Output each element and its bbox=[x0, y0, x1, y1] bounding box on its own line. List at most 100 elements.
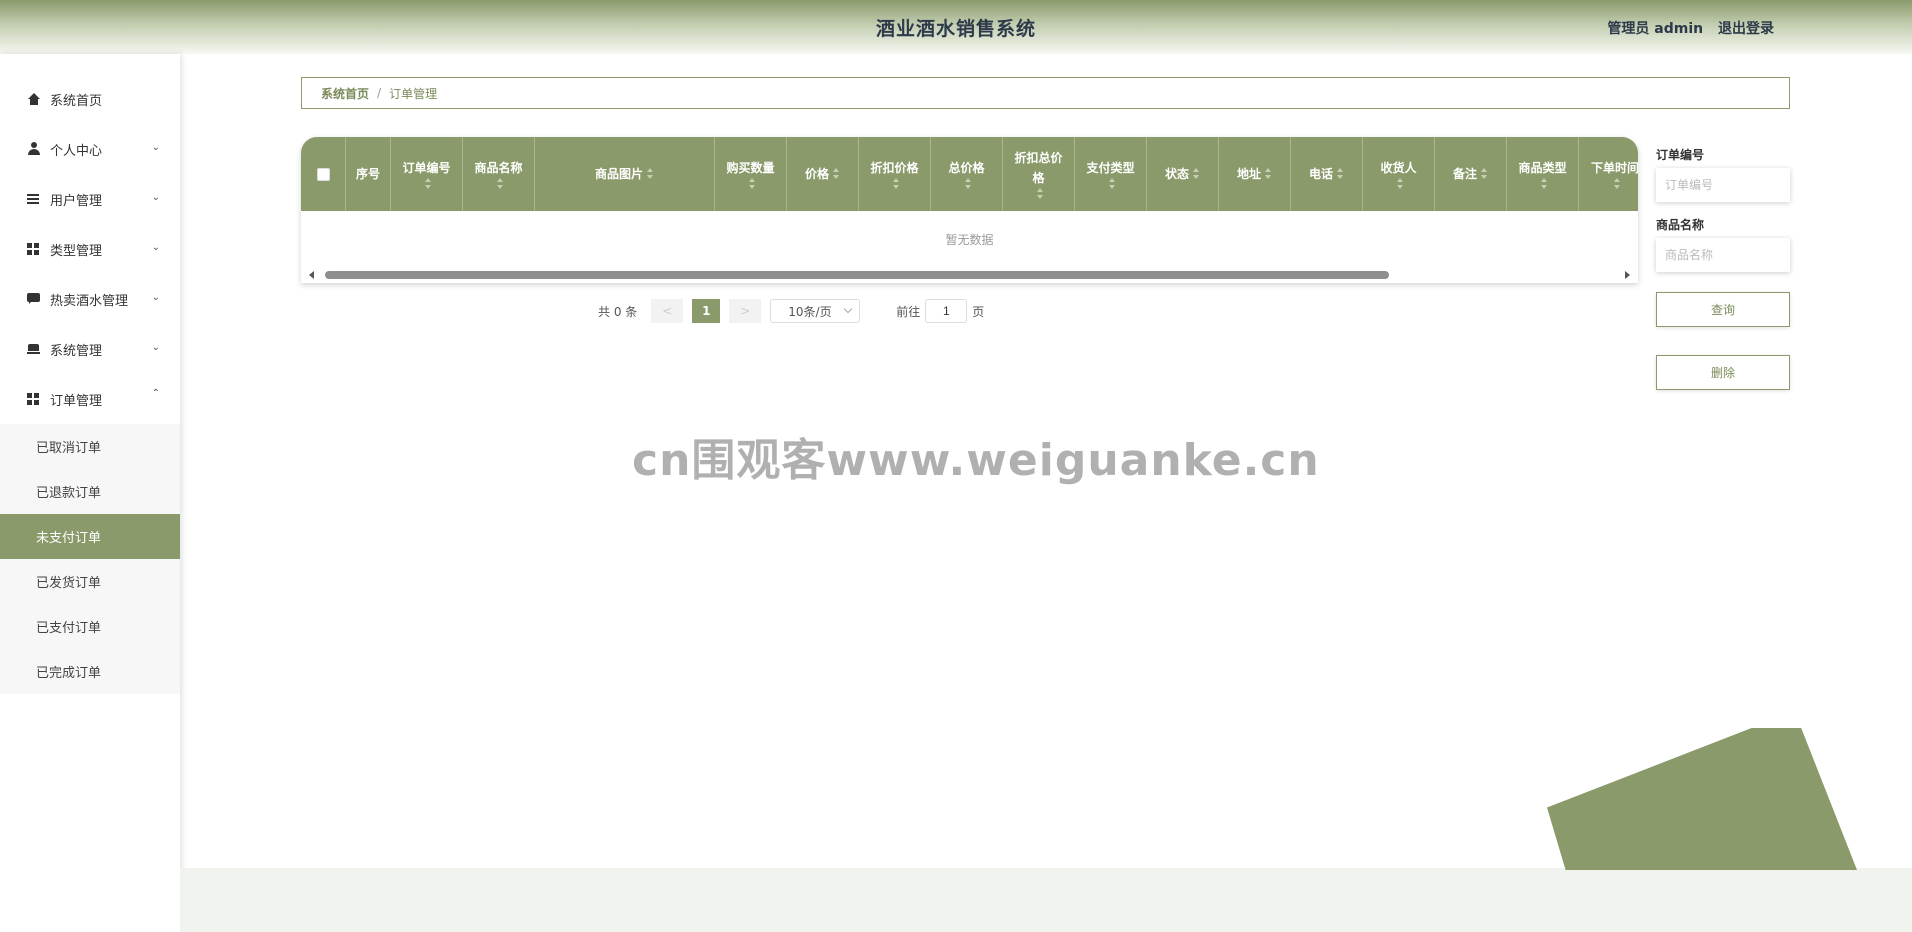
column-label: 购买数量 bbox=[726, 161, 775, 175]
horizontal-scrollbar[interactable] bbox=[301, 267, 1638, 283]
sidebar-item-label: 热卖酒水管理 bbox=[50, 293, 129, 309]
column-header-price[interactable]: 价格 bbox=[787, 137, 859, 211]
column-label: 收货人 bbox=[1380, 161, 1417, 175]
column-label: 商品名称 bbox=[474, 161, 523, 175]
sidebar-item-label: 个人中心 bbox=[50, 143, 103, 159]
sidebar: 系统首页 个人中心 ⌄ 用户管理 ⌄ 类型管理 ⌄ 热卖酒水管理 ⌄ 系统管理 … bbox=[0, 54, 180, 932]
next-page-button[interactable]: > bbox=[729, 299, 762, 323]
sort-icon[interactable] bbox=[496, 178, 504, 190]
sidebar-item-label: 类型管理 bbox=[50, 243, 103, 259]
sort-icon[interactable] bbox=[1264, 168, 1272, 180]
column-header-quantity[interactable]: 购买数量 bbox=[715, 137, 787, 211]
user-area: 管理员 admin 退出登录 bbox=[1597, 18, 1774, 38]
column-header-order-no[interactable]: 订单编号 bbox=[391, 137, 463, 211]
column-label: 总价格 bbox=[948, 161, 985, 175]
column-header-product-name[interactable]: 商品名称 bbox=[463, 137, 535, 211]
sort-icon[interactable] bbox=[1108, 178, 1116, 190]
submenu-item-cancelled[interactable]: 已取消订单 bbox=[0, 424, 180, 469]
sort-icon[interactable] bbox=[832, 168, 840, 180]
sort-icon[interactable] bbox=[1613, 178, 1621, 190]
sidebar-item-label: 系统首页 bbox=[50, 93, 103, 109]
page-size-select[interactable]: 10条/页 bbox=[770, 299, 861, 323]
sort-icon[interactable] bbox=[1396, 178, 1404, 190]
page-unit-label: 页 bbox=[972, 304, 985, 319]
submenu-item-unpaid[interactable]: 未支付订单 bbox=[0, 514, 180, 559]
order-no-input[interactable] bbox=[1656, 168, 1790, 202]
chevron-down-icon: ⌄ bbox=[151, 142, 160, 153]
submenu-item-shipped[interactable]: 已发货订单 bbox=[0, 559, 180, 604]
chevron-down-icon bbox=[844, 304, 853, 314]
sort-icon[interactable] bbox=[1540, 178, 1548, 190]
sidebar-item-types[interactable]: 类型管理 ⌄ bbox=[0, 224, 180, 274]
sort-icon[interactable] bbox=[1192, 168, 1200, 180]
column-header-discount-total[interactable]: 折扣总价格 bbox=[1003, 137, 1075, 211]
sidebar-item-hot-drinks[interactable]: 热卖酒水管理 ⌄ bbox=[0, 274, 180, 324]
sidebar-item-home[interactable]: 系统首页 bbox=[0, 74, 180, 124]
prev-page-button[interactable]: < bbox=[651, 299, 684, 323]
query-button[interactable]: 查询 bbox=[1656, 292, 1790, 327]
column-header-payment-type[interactable]: 支付类型 bbox=[1075, 137, 1147, 211]
chevron-down-icon: ⌄ bbox=[151, 342, 160, 353]
logout-link[interactable]: 退出登录 bbox=[1718, 21, 1774, 37]
column-header-phone[interactable]: 电话 bbox=[1291, 137, 1363, 211]
breadcrumb-home[interactable]: 系统首页 bbox=[321, 85, 369, 102]
column-header-product-image[interactable]: 商品图片 bbox=[535, 137, 715, 211]
select-all-cell bbox=[301, 137, 346, 211]
scroll-left-icon[interactable] bbox=[309, 271, 314, 279]
sort-icon[interactable] bbox=[1336, 168, 1344, 180]
footer-band bbox=[180, 868, 1912, 932]
watermark-text: cn围观客www.weiguanke.cn bbox=[632, 435, 1320, 486]
submenu-item-refunded[interactable]: 已退款订单 bbox=[0, 469, 180, 514]
scroll-right-icon[interactable] bbox=[1625, 271, 1630, 279]
goto-label: 前往 bbox=[896, 304, 921, 319]
page-number-1[interactable]: 1 bbox=[692, 299, 721, 323]
empty-state: 暂无数据 bbox=[945, 232, 994, 247]
column-header-product-type[interactable]: 商品类型 bbox=[1507, 137, 1579, 211]
sidebar-item-orders[interactable]: 订单管理 ⌃ bbox=[0, 374, 180, 424]
sort-icon[interactable] bbox=[646, 168, 654, 180]
breadcrumb: 系统首页 / 订单管理 bbox=[301, 77, 1790, 109]
product-name-input[interactable] bbox=[1656, 238, 1790, 272]
column-header-order-time[interactable]: 下单时间 bbox=[1579, 137, 1638, 211]
system-icon bbox=[27, 342, 41, 356]
column-label: 折扣总价格 bbox=[1014, 151, 1063, 185]
column-header-status[interactable]: 状态 bbox=[1147, 137, 1219, 211]
goto-page-input[interactable] bbox=[925, 299, 968, 323]
scrollbar-thumb[interactable] bbox=[325, 271, 1389, 279]
column-label: 订单编号 bbox=[402, 161, 451, 175]
select-all-checkbox[interactable] bbox=[316, 167, 330, 181]
column-header-remark[interactable]: 备注 bbox=[1435, 137, 1507, 211]
submenu-item-completed[interactable]: 已完成订单 bbox=[0, 649, 180, 694]
column-header-discount-price[interactable]: 折扣价格 bbox=[859, 137, 931, 211]
chevron-down-icon: ⌄ bbox=[151, 292, 160, 303]
column-label: 序号 bbox=[355, 167, 380, 181]
sidebar-item-users[interactable]: 用户管理 ⌄ bbox=[0, 174, 180, 224]
sort-icon[interactable] bbox=[1480, 168, 1488, 180]
sort-icon[interactable] bbox=[1036, 188, 1044, 200]
sort-icon[interactable] bbox=[964, 178, 972, 190]
total-count: 共 0 条 bbox=[598, 304, 638, 319]
column-label: 商品图片 bbox=[594, 167, 643, 181]
chevron-down-icon: ⌄ bbox=[151, 242, 160, 253]
column-header-address[interactable]: 地址 bbox=[1219, 137, 1291, 211]
pagination: 共 0 条 < 1 > 10条/页 前往 页 bbox=[598, 299, 984, 323]
sidebar-item-label: 用户管理 bbox=[50, 193, 103, 209]
sidebar-item-system[interactable]: 系统管理 ⌄ bbox=[0, 324, 180, 374]
column-label: 折扣价格 bbox=[870, 161, 919, 175]
grid-icon bbox=[27, 242, 41, 256]
sidebar-item-profile[interactable]: 个人中心 ⌄ bbox=[0, 124, 180, 174]
list-icon bbox=[27, 192, 41, 206]
home-icon bbox=[27, 92, 41, 106]
column-header-total-price[interactable]: 总价格 bbox=[931, 137, 1003, 211]
column-header-receiver[interactable]: 收货人 bbox=[1363, 137, 1435, 211]
orders-submenu: 已取消订单 已退款订单 未支付订单 已发货订单 已支付订单 已完成订单 bbox=[0, 424, 180, 694]
submenu-item-paid[interactable]: 已支付订单 bbox=[0, 604, 180, 649]
delete-button[interactable]: 删除 bbox=[1656, 355, 1790, 390]
sort-icon[interactable] bbox=[748, 178, 756, 190]
admin-label: 管理员 admin bbox=[1607, 21, 1704, 37]
sort-icon[interactable] bbox=[892, 178, 900, 190]
sidebar-item-label: 系统管理 bbox=[50, 343, 103, 359]
product-name-label: 商品名称 bbox=[1656, 218, 1705, 232]
column-label: 价格 bbox=[804, 167, 829, 181]
sort-icon[interactable] bbox=[424, 178, 432, 190]
